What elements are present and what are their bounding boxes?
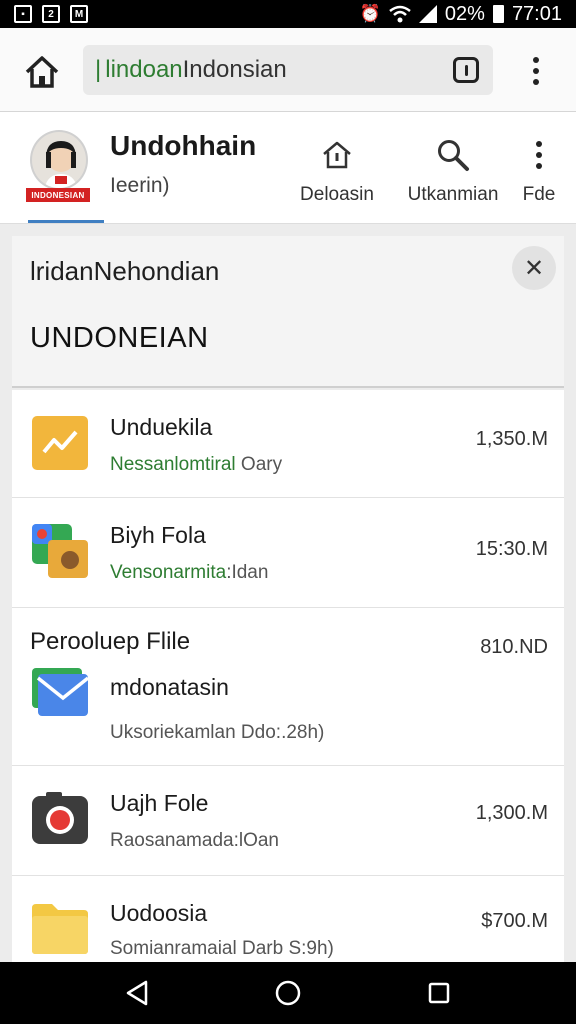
sync-icon: 2 — [42, 5, 60, 23]
alarm-icon: ⏰ — [359, 4, 381, 23]
file-meta: Vensonarmita:Idan — [110, 562, 268, 584]
slides-file-icon — [32, 416, 88, 470]
file-name: Uajh Fole — [110, 790, 209, 816]
battery-percent: 02% — [444, 2, 485, 25]
active-indicator — [28, 220, 104, 223]
browser-toolbar: | lindoan Indonsian — [0, 28, 576, 112]
more-icon[interactable] — [532, 57, 540, 85]
folder-file-icon — [32, 904, 88, 954]
file-meta: Somianramaial Darb S:9h) — [110, 938, 334, 960]
panel-subtitle: UNDONEIAN — [30, 322, 209, 354]
file-meta-rest: Raosanamada:lOan — [110, 830, 279, 851]
nav-more-label: Fde — [522, 184, 556, 205]
list-item[interactable]: Unduekila Nessanlomtiral Oary 1,350.M — [12, 390, 564, 498]
list-item[interactable]: Uodoosia Somianramaial Darb S:9h) $700.M — [12, 876, 564, 962]
system-nav-bar — [0, 962, 576, 1024]
group-title: Perooluep Flile — [30, 628, 191, 655]
nav-search-button[interactable]: Utkanmian — [407, 134, 499, 206]
file-size: 810.ND — [480, 636, 548, 658]
file-meta: Raosanamada:lOan — [110, 830, 279, 852]
file-meta: Uksoriekamlan Ddo:.28h) — [110, 722, 324, 744]
file-name: Unduekila — [110, 414, 213, 440]
text-cursor: | — [95, 56, 102, 83]
recents-icon[interactable] — [424, 978, 454, 1008]
file-size: 15:30.M — [475, 538, 548, 560]
nav-search-label: Utkanmian — [407, 184, 499, 205]
avatar[interactable] — [30, 130, 88, 190]
home-icon[interactable] — [22, 52, 62, 92]
file-meta-highlight: Vensonarmita — [110, 562, 227, 583]
home-icon — [323, 141, 351, 169]
nav-home-label: Deloasin — [300, 184, 374, 205]
back-icon[interactable] — [122, 978, 152, 1008]
site-header: INDONESIAN Undohhain Ieerin) Deloasin Ut… — [0, 112, 576, 224]
wifi-icon — [389, 5, 411, 23]
signal-icon — [418, 5, 437, 23]
search-icon — [438, 140, 469, 171]
avatar-badge: INDONESIAN — [26, 188, 90, 202]
file-meta-rest: Somianramaial Darb S:9h) — [110, 938, 334, 959]
mail-file-icon — [32, 668, 88, 716]
nav-more-button[interactable]: Fde — [522, 134, 556, 206]
file-list: Unduekila Nessanlomtiral Oary 1,350.M Bi… — [12, 390, 564, 962]
photos-file-icon — [32, 524, 88, 578]
more-icon — [535, 141, 543, 169]
nav-home-button[interactable]: Deloasin — [300, 134, 374, 206]
file-meta: Nessanlomtiral Oary — [110, 454, 282, 476]
site-subtitle: Ieerin) — [110, 174, 170, 197]
file-meta-highlight: Nessanlomtiral — [110, 454, 236, 475]
file-name: Biyh Fola — [110, 522, 206, 548]
gmail-icon: M — [70, 5, 88, 23]
file-meta-rest: Uksoriekamlan Ddo:.28h) — [110, 722, 325, 743]
clock: 77:01 — [511, 2, 562, 25]
file-name: Uodoosia — [110, 900, 208, 926]
file-name: mdonatasin — [110, 674, 229, 700]
url-rest: Indonsian — [182, 56, 287, 83]
list-item[interactable]: Uajh Fole Raosanamada:lOan 1,300.M — [12, 766, 564, 876]
url-input[interactable]: | lindoan Indonsian — [83, 45, 493, 95]
site-title: Undohhain — [110, 130, 257, 161]
close-icon[interactable]: ✕ — [512, 246, 556, 290]
url-domain-highlight: lindoan — [105, 56, 183, 83]
battery-icon — [492, 5, 504, 23]
camera-file-icon — [32, 792, 88, 844]
info-panel: lridanNehondian ✕ UNDONEIAN — [12, 236, 564, 388]
file-size: 1,300.M — [475, 802, 548, 824]
list-item[interactable]: Biyh Fola Vensonarmita:Idan 15:30.M — [12, 498, 564, 608]
file-meta-rest: :Idan — [226, 562, 269, 583]
file-meta-rest: Oary — [235, 454, 283, 475]
gallery-icon: ▪ — [14, 5, 32, 23]
list-item[interactable]: Perooluep Flile mdonatasin Uksoriekamlan… — [12, 608, 564, 766]
file-size: $700.M — [481, 910, 548, 932]
home-circle-icon[interactable] — [273, 978, 303, 1008]
panel-title: lridanNehondian — [30, 256, 220, 286]
page-info-icon[interactable] — [453, 57, 479, 83]
file-size: 1,350.M — [475, 428, 548, 450]
status-bar: ▪ 2 M ⏰ 02% 77:01 — [0, 0, 576, 28]
